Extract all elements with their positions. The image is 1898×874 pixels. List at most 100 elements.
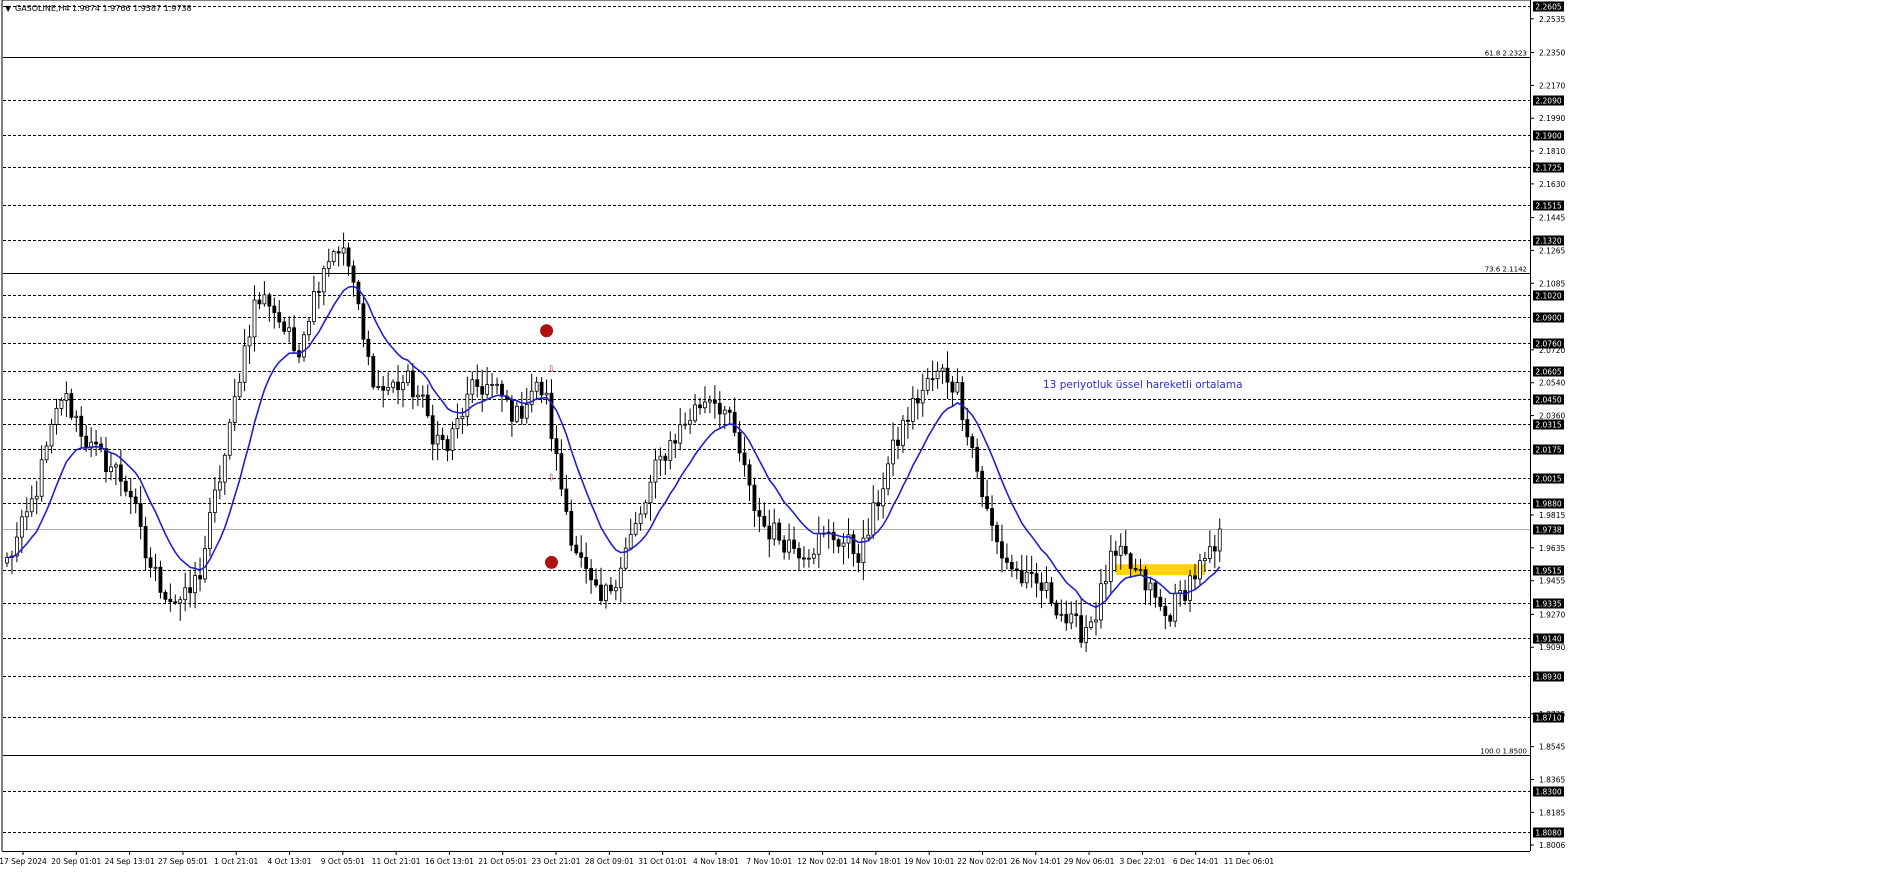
- candle-body: [237, 381, 242, 398]
- candle-body: [1094, 619, 1098, 623]
- candle-body: [693, 404, 697, 422]
- candle-body: [450, 428, 455, 451]
- candle-body: [534, 381, 539, 392]
- candle-body: [960, 382, 965, 421]
- candle-body: [792, 539, 796, 549]
- candle-body: [1138, 569, 1143, 572]
- candle-body: [1118, 545, 1123, 556]
- candle-body: [955, 382, 960, 393]
- candle-body: [554, 438, 559, 455]
- price-tick-label: 1.9270: [1539, 610, 1565, 619]
- level-label: 1.8300: [1535, 788, 1561, 797]
- price-tick-label: 2.0360: [1539, 412, 1565, 421]
- candle-body: [752, 484, 757, 511]
- candle-body: [1005, 557, 1009, 563]
- fib-label: 73.6 2.1142: [1485, 266, 1527, 274]
- candle-body: [430, 415, 435, 445]
- candle-body: [901, 419, 905, 446]
- time-tick-label: 19 Nov 10:01: [904, 857, 955, 866]
- candle-body: [287, 327, 292, 332]
- candle-body: [1108, 550, 1113, 582]
- level-label: 1.8080: [1535, 829, 1561, 838]
- candle-body: [485, 384, 490, 395]
- candle-body: [549, 392, 554, 440]
- candle-body: [891, 439, 895, 465]
- candle-body: [123, 480, 128, 492]
- candle-body: [1168, 615, 1173, 622]
- candle-body: [618, 567, 623, 589]
- candle-body: [158, 566, 163, 593]
- candle-body: [222, 454, 227, 483]
- candle-body: [708, 399, 712, 403]
- price-tick-label: 2.2535: [1539, 15, 1565, 24]
- candle-body: [915, 397, 920, 404]
- candle-body: [1203, 558, 1207, 562]
- candle-body: [965, 419, 970, 438]
- price-tick-label: 2.2350: [1539, 49, 1565, 58]
- candle-body: [44, 445, 49, 461]
- candle-body: [366, 338, 371, 357]
- price-tick-label: 1.8725: [1539, 710, 1565, 719]
- level-label: 2.2090: [1535, 97, 1561, 106]
- candle-body: [698, 404, 702, 409]
- time-tick-label: 16 Oct 13:01: [425, 857, 474, 866]
- candle-body: [732, 411, 737, 433]
- candle-body: [569, 511, 574, 546]
- candle-body: [906, 419, 910, 422]
- candle-body: [415, 394, 420, 398]
- candle-body: [717, 402, 722, 415]
- time-tick-label: 11 Dec 06:01: [1224, 857, 1275, 866]
- candle-body: [643, 502, 648, 515]
- candle-body: [1158, 596, 1163, 607]
- candle-body: [331, 251, 336, 262]
- candle-body: [836, 539, 841, 547]
- collapse-arrow-icon[interactable]: ▼: [5, 4, 12, 13]
- candle-body: [188, 587, 193, 594]
- time-tick-label: 4 Oct 13:01: [267, 857, 311, 866]
- price-tick-label: 2.1630: [1539, 180, 1565, 189]
- down-arrow-icon: ⇩: [548, 365, 556, 375]
- time-tick-label: 6 Dec 14:01: [1173, 857, 1219, 866]
- candle-body: [925, 378, 930, 391]
- candle-body: [1153, 582, 1158, 598]
- candle-body: [1128, 553, 1133, 569]
- candle-body: [39, 459, 44, 497]
- candle-body: [777, 522, 782, 541]
- candle-body: [143, 526, 148, 559]
- candle-body: [678, 424, 683, 444]
- candle-body: [935, 370, 940, 380]
- time-tick-label: 3 Dec 22:01: [1120, 857, 1166, 866]
- candle-body: [475, 379, 480, 387]
- candle-body: [747, 464, 752, 486]
- price-tick-label: 1.9815: [1539, 511, 1565, 520]
- time-tick-label: 7 Nov 10:01: [746, 857, 792, 866]
- price-tick-label: 1.8545: [1539, 743, 1565, 752]
- candle-body: [509, 398, 514, 422]
- candle-body: [292, 327, 297, 352]
- candle-body: [69, 393, 74, 418]
- candle-body: [212, 489, 217, 513]
- candle-body: [579, 552, 584, 558]
- candle-body: [321, 267, 326, 293]
- candle-body: [326, 261, 331, 269]
- price-chart[interactable]: 2.2605 2.2090 2.1900 2.1725 2.1515 2.1320 2.10…: [0, 0, 1898, 870]
- level-label: 2.1900: [1535, 132, 1561, 141]
- level-label: 1.9515: [1535, 567, 1561, 576]
- candle-body: [1059, 613, 1064, 616]
- candle-body: [975, 447, 980, 472]
- candle-body: [227, 422, 232, 456]
- candle-body: [178, 599, 183, 604]
- price-tick-label: 2.1990: [1539, 114, 1565, 123]
- candle-body: [242, 345, 247, 383]
- candle-body: [114, 464, 118, 468]
- level-label: 2.0315: [1535, 421, 1561, 430]
- candle-body: [599, 584, 603, 601]
- candle-body: [896, 439, 900, 446]
- candle-body: [1163, 605, 1168, 617]
- candle-body: [564, 488, 569, 512]
- chart-root: 2.2605 2.2090 2.1900 2.1725 2.1515 2.1320 2.10…: [0, 0, 1898, 870]
- candle-body: [193, 575, 198, 594]
- candle-body: [1089, 621, 1093, 628]
- time-tick-label: 1 Oct 21:01: [214, 857, 258, 866]
- price-tick-label: 1.9635: [1539, 544, 1565, 553]
